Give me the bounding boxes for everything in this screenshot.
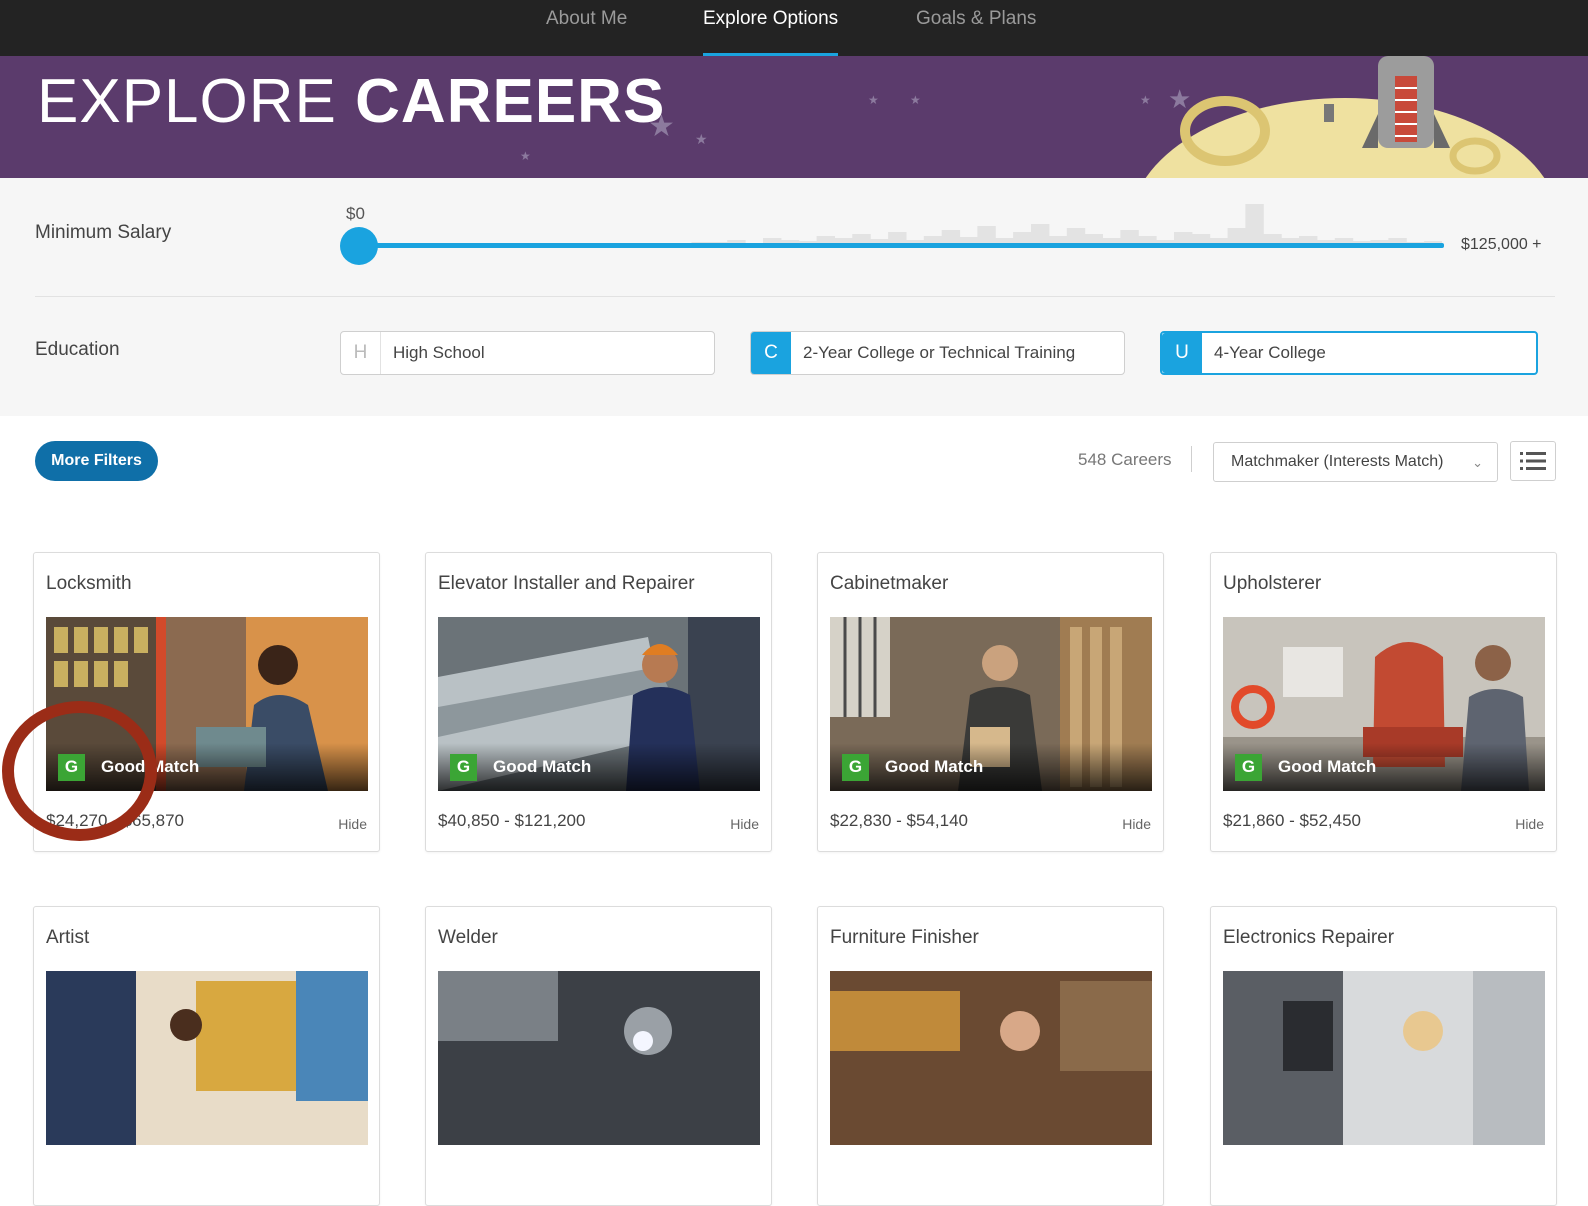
tab-about-me[interactable]: About Me [546,8,627,56]
education-option-label: High School [393,343,485,362]
education-4-year-college-button[interactable]: U 4-Year College [1160,331,1538,375]
career-photo: G Good Match [1223,617,1545,791]
match-badge: G Good Match [830,743,1152,791]
tab-explore-options[interactable]: Explore Options [703,8,839,56]
minimum-salary-label: Minimum Salary [35,222,172,243]
hide-link[interactable]: Hide [338,816,367,832]
career-photo: G Good Match [438,617,760,791]
svg-text:★: ★ [868,93,879,107]
career-title: Cabinetmaker [830,573,949,594]
education-letter: H [341,332,381,374]
career-photo: G Good Match [830,617,1152,791]
career-card-electronics-repairer[interactable]: Electronics Repairer [1210,906,1557,1206]
career-card-furniture-finisher[interactable]: Furniture Finisher [817,906,1164,1206]
sort-dropdown-value: Matchmaker (Interests Match) [1231,453,1444,470]
filters-panel: Minimum Salary $0 $125,000 + Education H… [0,178,1588,416]
education-high-school-button[interactable]: H High School [340,331,715,375]
education-option-label: 2-Year College or Technical Training [803,343,1076,362]
salary-max-label: $125,000 + [1461,236,1542,253]
career-card-upholsterer[interactable]: Upholsterer G Good Match $21,860 - $52,4… [1210,552,1557,852]
career-photo [46,971,368,1145]
match-letter: G [450,753,477,781]
career-card-cabinetmaker[interactable]: Cabinetmaker G Good Match $22,830 - $54,… [817,552,1164,852]
hide-link[interactable]: Hide [1122,816,1151,832]
salary-slider-handle[interactable] [340,227,378,265]
list-view-button[interactable] [1510,441,1556,481]
match-label: Good Match [101,757,200,776]
tab-goals-plans[interactable]: Goals & Plans [916,8,1036,56]
match-badge: G Good Match [46,743,368,791]
svg-text:★: ★ [910,93,921,107]
career-title: Elevator Installer and Repairer [438,573,695,594]
banner-illustration: ★ ★ ★ ★ ★ ★ ★ [520,56,1545,178]
match-label: Good Match [885,757,984,776]
chevron-down-icon: ⌄ [1472,455,1483,470]
career-title: Artist [46,927,90,948]
career-photo: G Good Match [46,617,368,791]
career-card-welder[interactable]: Welder [425,906,772,1206]
match-badge: G Good Match [1223,743,1545,791]
career-title: Electronics Repairer [1223,927,1395,948]
career-title: Furniture Finisher [830,927,979,948]
career-photo [438,971,760,1145]
career-card-elevator-installer[interactable]: Elevator Installer and Repairer G Good M… [425,552,772,852]
career-card-artist[interactable]: Artist [33,906,380,1206]
career-card-locksmith[interactable]: Locksmith G Good Match $24,270 - $65,870… [33,552,380,852]
salary-range: $22,830 - $54,140 [830,811,969,830]
salary-slider-track[interactable] [358,243,1444,248]
career-title: Locksmith [46,573,132,594]
sort-dropdown[interactable]: Matchmaker (Interests Match) ⌄ [1213,442,1498,482]
more-filters-button[interactable]: More Filters [35,441,158,481]
education-letter: U [1162,333,1202,373]
salary-range: $21,860 - $52,450 [1223,811,1362,830]
education-letter: C [751,332,791,374]
match-label: Good Match [1278,757,1377,776]
education-option-label: 4-Year College [1214,343,1326,362]
top-nav: About Me Explore Options Goals & Plans [0,0,1588,56]
hide-link[interactable]: Hide [730,816,759,832]
career-photo [830,971,1152,1145]
list-view-icon [1520,452,1546,470]
salary-range: $24,270 - $65,870 [46,811,185,830]
career-photo [1223,971,1545,1145]
hide-link[interactable]: Hide [1515,816,1544,832]
education-2-year-college-button[interactable]: C 2-Year College or Technical Training [750,331,1125,375]
career-title: Welder [438,927,498,948]
svg-text:★: ★ [1140,93,1151,107]
match-letter: G [58,753,85,781]
match-letter: G [1235,753,1262,781]
toolbar-divider [1191,446,1192,472]
education-label: Education [35,339,120,360]
svg-text:★: ★ [648,109,675,144]
match-badge: G Good Match [438,743,760,791]
salary-range: $40,850 - $121,200 [438,811,586,830]
careers-count: 548 Careers [1078,450,1172,469]
career-title: Upholsterer [1223,573,1322,594]
svg-text:★: ★ [520,149,531,163]
explore-careers-banner: EXPLORE CAREERS ★ ★ ★ ★ ★ ★ ★ [0,56,1588,178]
svg-text:★: ★ [695,132,708,148]
filters-divider [35,296,1555,297]
match-label: Good Match [493,757,592,776]
svg-text:★: ★ [1168,85,1191,115]
salary-histogram [673,204,1442,244]
match-letter: G [842,753,869,781]
